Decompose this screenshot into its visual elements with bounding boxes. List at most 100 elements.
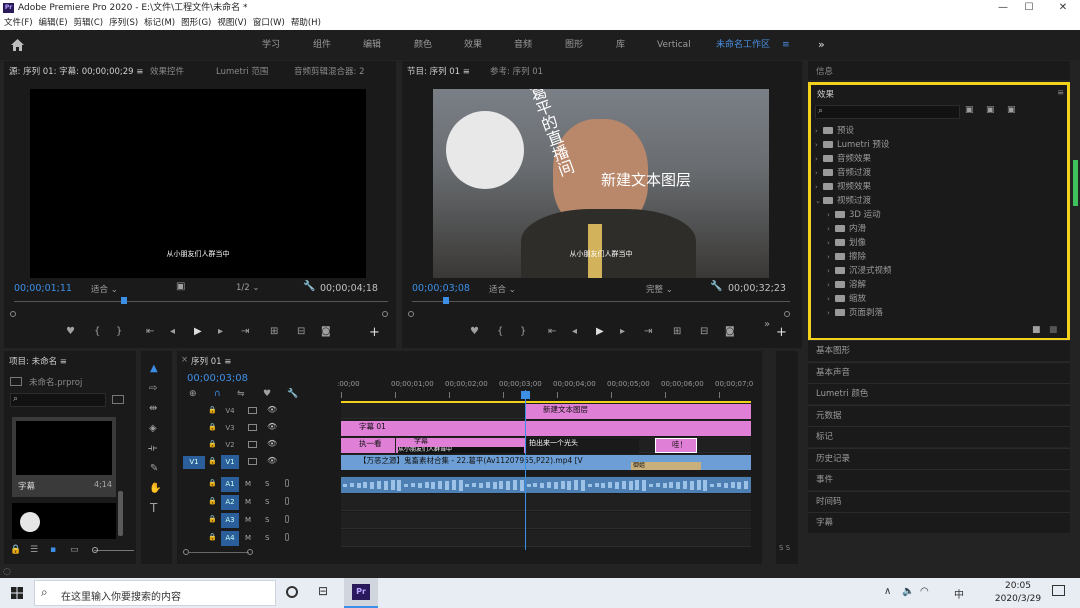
effects-menu-icon[interactable]: ≡ bbox=[1057, 88, 1064, 98]
chevron-right-icon[interactable]: › bbox=[815, 152, 823, 166]
effects-item[interactable]: › 内滑 bbox=[815, 222, 866, 236]
effects-item[interactable]: › 音频过渡 bbox=[815, 166, 871, 180]
workspace-tab-audio[interactable]: 音频 bbox=[514, 30, 532, 60]
clip-v1-overlay[interactable]: 御姐 bbox=[631, 462, 701, 470]
chevron-right-icon[interactable]: › bbox=[815, 124, 823, 138]
menu-help[interactable]: 帮助(H) bbox=[291, 16, 321, 30]
razor-tool-icon[interactable]: ◈ bbox=[149, 423, 157, 434]
workspace-tab-color[interactable]: 颜色 bbox=[414, 30, 432, 60]
program-add-button-icon[interactable]: + bbox=[776, 325, 787, 340]
track-label[interactable]: V3 bbox=[221, 421, 239, 435]
clip-v2-d[interactable]: 哇！ bbox=[655, 438, 697, 453]
track-lock-icon[interactable]: 🔒 bbox=[208, 533, 217, 541]
menu-markers[interactable]: 标记(M) bbox=[144, 16, 175, 30]
timeline-marker-icon[interactable]: ♥ bbox=[263, 389, 271, 399]
effects-item[interactable]: › 擦除 bbox=[815, 250, 866, 264]
extract-icon[interactable]: ⊟ bbox=[700, 326, 708, 337]
source-playhead[interactable] bbox=[121, 297, 127, 304]
effects-item[interactable]: › 溶解 bbox=[815, 278, 866, 292]
tab-audio-clip-mixer[interactable]: 音频剪辑混合器: 2 bbox=[294, 65, 364, 77]
panel-tab[interactable]: 标记 bbox=[808, 426, 1070, 447]
taskbar-premiere-button[interactable]: Pr bbox=[344, 578, 378, 608]
info-panel-title[interactable]: 信息 bbox=[816, 65, 833, 77]
program-video-frame[interactable]: 葛平的直播间 新建文本图层 从小朋友们人群当中 bbox=[433, 89, 769, 278]
sync-lock-icon[interactable] bbox=[248, 441, 257, 448]
effects-item[interactable]: › 3D 运动 bbox=[815, 208, 881, 222]
maximize-button[interactable]: ☐ bbox=[1014, 0, 1044, 16]
hand-tool-icon[interactable]: ✋ bbox=[149, 483, 161, 494]
chevron-right-icon[interactable]: › bbox=[815, 138, 823, 152]
effects-item[interactable]: ⌄ 视频过渡 bbox=[815, 194, 871, 208]
effects-item[interactable]: › 划像 bbox=[815, 236, 866, 250]
insert-icon[interactable]: ⊞ bbox=[270, 326, 278, 337]
track-lane[interactable] bbox=[341, 494, 751, 511]
track-label[interactable]: A4 bbox=[221, 531, 239, 546]
source-zoom-handle-end[interactable] bbox=[382, 311, 388, 317]
tab-lumetri-scopes[interactable]: Lumetri 范围 bbox=[216, 65, 268, 77]
workspace-tab-libraries[interactable]: 库 bbox=[616, 30, 625, 60]
source-fit-dropdown[interactable]: 适合 ⌄ bbox=[91, 283, 118, 295]
program-mark-in-icon[interactable]: { bbox=[497, 326, 503, 337]
step-forward-icon[interactable]: ▸ bbox=[218, 326, 223, 337]
icon-view-icon[interactable]: ▪ bbox=[50, 545, 56, 555]
tab-program[interactable]: 节目: 序列 01 ≡ bbox=[407, 65, 470, 77]
accelerated-effects-icon[interactable]: ▣ bbox=[965, 105, 974, 115]
go-to-in-icon[interactable]: ⇤ bbox=[146, 326, 154, 337]
clip-v4-text-layer[interactable]: 新建文本图层 bbox=[525, 404, 751, 419]
panel-tab[interactable]: 历史记录 bbox=[808, 447, 1070, 469]
zoom-slider-handle[interactable] bbox=[92, 547, 98, 553]
program-play-icon[interactable]: ▶ bbox=[596, 326, 604, 337]
effects-panel-title[interactable]: 效果 bbox=[817, 88, 834, 100]
track-mute-button[interactable]: M bbox=[245, 480, 251, 488]
close-sequence-icon[interactable]: × bbox=[181, 355, 188, 365]
chevron-right-icon[interactable]: › bbox=[827, 306, 835, 320]
yuv-effects-icon[interactable]: ▣ bbox=[1007, 105, 1016, 115]
effects-item[interactable]: › 音频效果 bbox=[815, 152, 871, 166]
tab-source[interactable]: 源: 序列 01: 字幕: 00;00;00;29 ≡ bbox=[9, 65, 143, 77]
type-tool-icon[interactable]: T bbox=[150, 501, 157, 515]
snap-icon[interactable]: ∩ bbox=[214, 389, 221, 399]
program-export-frame-icon[interactable]: ◙ bbox=[725, 326, 735, 337]
menu-window[interactable]: 窗口(W) bbox=[253, 16, 285, 30]
timeline-timecode[interactable]: 00;00;03;08 bbox=[187, 373, 248, 384]
program-go-to-in-icon[interactable]: ⇤ bbox=[548, 326, 556, 337]
effects-item[interactable]: › 视频效果 bbox=[815, 180, 871, 194]
chevron-right-icon[interactable]: › bbox=[827, 250, 835, 264]
sync-lock-icon[interactable] bbox=[248, 407, 257, 414]
nest-icon[interactable]: ⊕ bbox=[189, 389, 197, 399]
chevron-right-icon[interactable]: › bbox=[827, 208, 835, 222]
volume-icon[interactable]: 🔈 bbox=[902, 586, 914, 597]
workspace-tab-vertical[interactable]: Vertical bbox=[657, 30, 691, 60]
slip-tool-icon[interactable]: ⟛ bbox=[148, 443, 157, 454]
home-icon[interactable] bbox=[11, 39, 24, 51]
freeform-view-icon[interactable]: ▭ bbox=[70, 545, 79, 555]
voiceover-mic-icon[interactable] bbox=[285, 497, 289, 505]
lock-icon[interactable]: 🔒 bbox=[10, 545, 21, 555]
clock-date[interactable]: 2020/3/29 bbox=[994, 594, 1042, 604]
panel-tab[interactable]: 时间码 bbox=[808, 490, 1070, 512]
panel-tab[interactable]: 基本图形 bbox=[808, 340, 1070, 361]
selection-tool-icon[interactable]: ▲ bbox=[150, 363, 158, 374]
track-lock-icon[interactable]: 🔒 bbox=[208, 440, 217, 448]
workspace-tab-learn[interactable]: 学习 bbox=[262, 30, 280, 60]
go-to-out-icon[interactable]: ⇥ bbox=[241, 326, 249, 337]
program-marker-icon[interactable]: ♥ bbox=[470, 326, 479, 337]
32bit-effects-icon[interactable]: ▣ bbox=[986, 105, 995, 115]
workspace-more-icon[interactable]: » bbox=[818, 30, 825, 60]
menu-clip[interactable]: 剪辑(C) bbox=[74, 16, 104, 30]
program-playhead[interactable] bbox=[443, 297, 449, 304]
workspace-menu-icon[interactable]: ≡ bbox=[782, 30, 790, 60]
track-solo-button[interactable]: S bbox=[265, 480, 269, 488]
source-video-frame[interactable]: 从小朋友们人群当中 bbox=[30, 89, 366, 278]
mark-in-icon[interactable]: { bbox=[94, 326, 100, 337]
track-mute-button[interactable]: M bbox=[245, 534, 251, 542]
close-button[interactable]: ✕ bbox=[1048, 0, 1078, 16]
chevron-right-icon[interactable]: › bbox=[827, 222, 835, 236]
effects-item[interactable]: › 缩放 bbox=[815, 292, 866, 306]
program-fit-dropdown[interactable]: 适合 ⌄ bbox=[489, 283, 516, 295]
zoom-slider[interactable] bbox=[94, 550, 134, 551]
chevron-down-icon[interactable]: ⌄ bbox=[815, 194, 823, 208]
timeline-playhead-handle[interactable] bbox=[521, 391, 530, 399]
tab-effect-controls[interactable]: 效果控件 bbox=[150, 65, 184, 77]
panel-tab[interactable]: 元数据 bbox=[808, 404, 1070, 426]
